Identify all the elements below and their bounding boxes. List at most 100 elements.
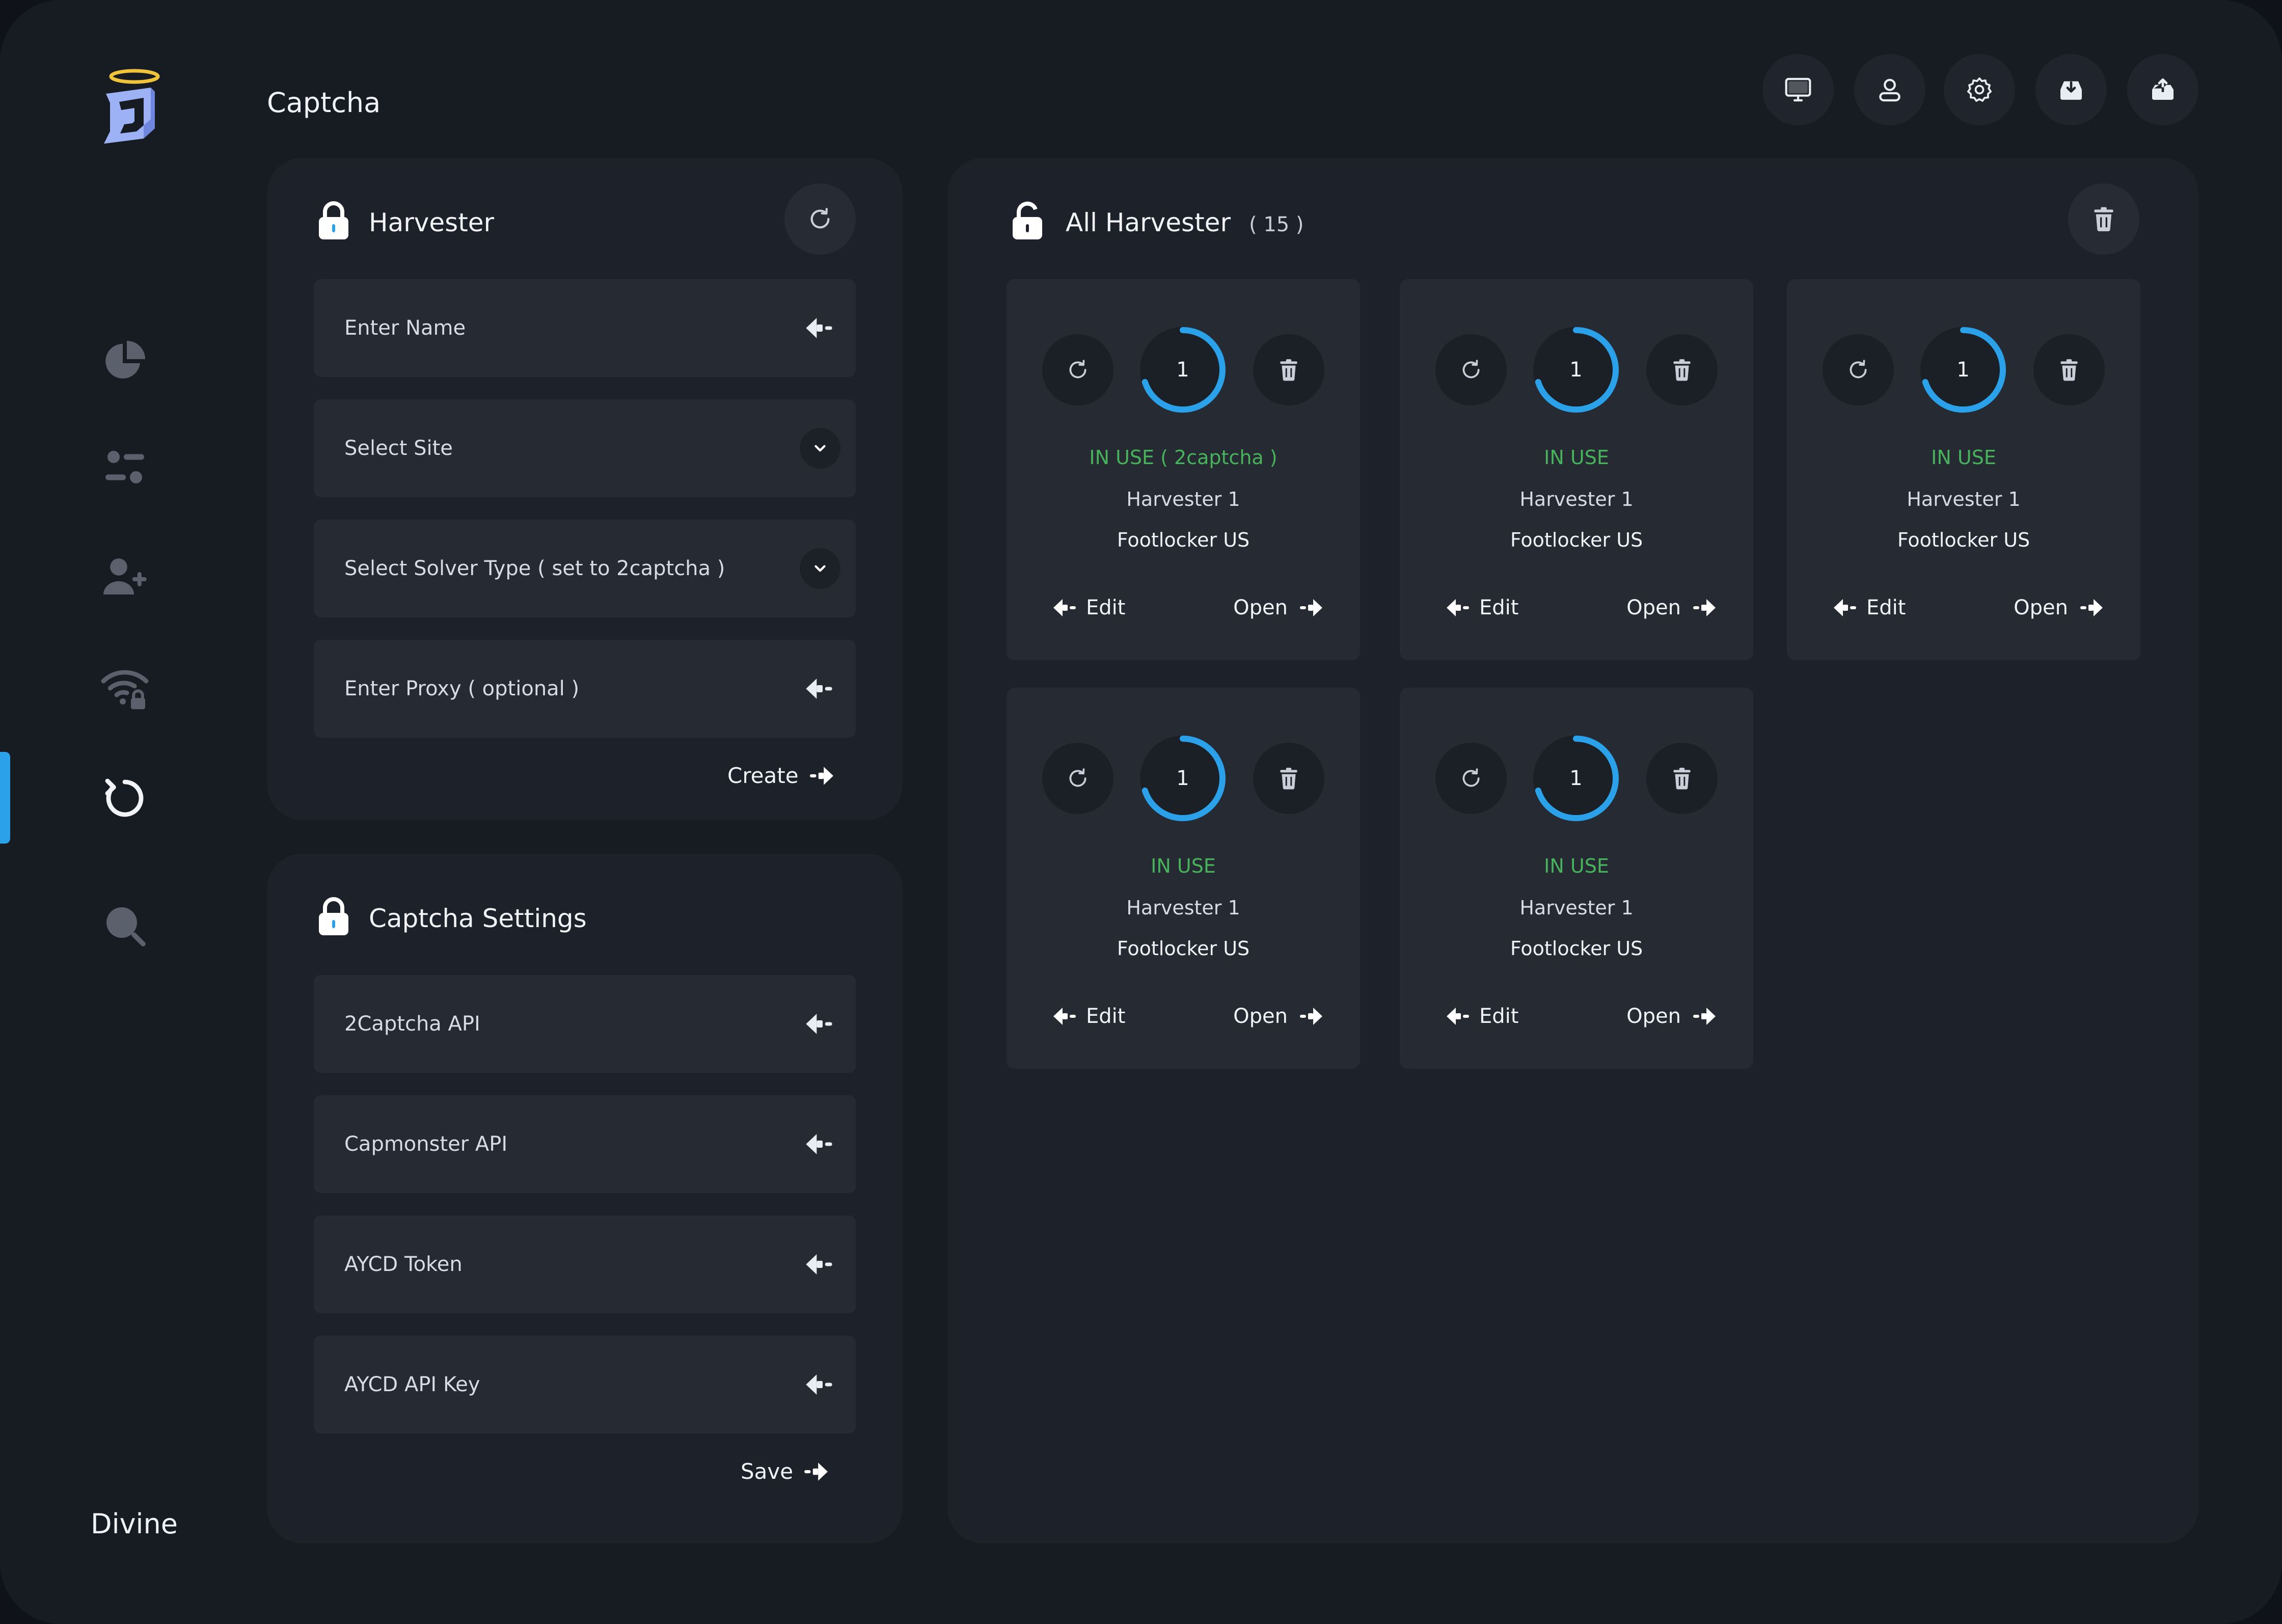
- status-label: IN USE: [1544, 446, 1609, 469]
- edit-label: Edit: [1086, 1005, 1126, 1028]
- card-delete-button[interactable]: [1253, 334, 1324, 405]
- card-refresh-button[interactable]: [1042, 743, 1113, 814]
- captcha-settings-panel: Captcha Settings 2Captcha API Capmonster…: [267, 854, 903, 1544]
- card-refresh-button[interactable]: [1435, 334, 1507, 405]
- card-delete-button[interactable]: [1253, 743, 1324, 814]
- refresh-icon: [105, 778, 144, 817]
- active-indicator: [0, 752, 10, 844]
- harvester-site: Footlocker US: [1117, 529, 1250, 551]
- edit-button[interactable]: Edit: [1833, 596, 1906, 619]
- open-button[interactable]: Open: [1233, 1005, 1323, 1028]
- edit-button[interactable]: Edit: [1446, 1005, 1518, 1028]
- harvester-site: Footlocker US: [1897, 529, 2030, 551]
- create-button[interactable]: Create: [727, 763, 834, 788]
- status-label: IN USE ( 2captcha ): [1089, 446, 1278, 469]
- unlocked-icon: [1012, 201, 1043, 239]
- arrow-in-icon: [805, 1130, 833, 1158]
- proxy-input[interactable]: Enter Proxy ( optional ): [314, 640, 856, 738]
- aycd-token-input[interactable]: AYCD Token: [314, 1215, 856, 1313]
- refresh-icon: [1845, 357, 1871, 383]
- refresh-icon: [806, 205, 834, 233]
- card-delete-button[interactable]: [1646, 743, 1718, 814]
- brand-name: Divine: [91, 1508, 178, 1540]
- card-refresh-button[interactable]: [1042, 334, 1113, 405]
- lock-icon: [318, 201, 349, 239]
- harvester-number: 1: [1569, 358, 1583, 382]
- trash-icon: [1669, 766, 1695, 791]
- harvester-site: Footlocker US: [1510, 937, 1643, 960]
- upload-icon: [2152, 78, 2174, 100]
- sidebar-item-profiles[interactable]: [92, 543, 158, 609]
- open-button[interactable]: Open: [1626, 596, 1717, 619]
- refresh-icon: [1458, 357, 1484, 383]
- harvester-site: Footlocker US: [1117, 937, 1250, 960]
- edit-label: Edit: [1479, 596, 1519, 619]
- open-button[interactable]: Open: [2014, 596, 2104, 619]
- solver-type-select[interactable]: Select Solver Type ( set to 2captcha ): [314, 520, 856, 617]
- lock-icon: [318, 897, 349, 935]
- harvester-name: Harvester 1: [1519, 488, 1634, 510]
- sidebar-item-search[interactable]: [92, 892, 158, 959]
- sidebar-item-tasks[interactable]: [92, 434, 158, 500]
- card-refresh-button[interactable]: [1823, 334, 1894, 405]
- name-input[interactable]: Enter Name: [314, 279, 856, 377]
- arrow-in-icon: [1446, 597, 1470, 618]
- site-placeholder: Select Site: [344, 437, 453, 460]
- trash-icon: [2056, 357, 2082, 383]
- site-select[interactable]: Select Site: [314, 399, 856, 497]
- status-label: IN USE: [1931, 446, 1996, 469]
- captcha-settings-title: Captcha Settings: [369, 904, 587, 933]
- arrow-in-icon: [1446, 1006, 1470, 1027]
- trash-icon: [2089, 205, 2118, 233]
- save-button[interactable]: Save: [741, 1459, 829, 1484]
- upload-button[interactable]: [2127, 54, 2198, 125]
- capmonster-api-label: Capmonster API: [344, 1132, 508, 1156]
- settings-button[interactable]: [1944, 54, 2015, 125]
- arrow-in-icon: [1833, 597, 1857, 618]
- sidebar-item-dashboard[interactable]: [92, 328, 158, 394]
- open-button[interactable]: Open: [1233, 596, 1323, 619]
- chevron-down-icon: [800, 428, 840, 469]
- capmonster-api-input[interactable]: Capmonster API: [314, 1095, 856, 1193]
- sidebar-item-proxies[interactable]: [92, 655, 158, 721]
- edit-button[interactable]: Edit: [1052, 596, 1125, 619]
- harvester-panel: Harvester Enter Name Select Site Select …: [267, 158, 903, 820]
- harvester-number: 1: [1957, 358, 1970, 382]
- harvester-name: Harvester 1: [1126, 897, 1240, 919]
- trash-icon: [1276, 357, 1301, 383]
- harvester-card: 1 IN USE ( 2captcha ) Harvester 1 Footlo…: [1007, 279, 1360, 660]
- arrow-out-icon: [1692, 1006, 1717, 1027]
- edit-button[interactable]: Edit: [1052, 1005, 1125, 1028]
- arrow-in-icon: [1052, 1006, 1077, 1027]
- delete-all-button[interactable]: [2068, 183, 2139, 255]
- refresh-icon: [1065, 766, 1091, 791]
- open-label: Open: [2014, 596, 2068, 619]
- user-button[interactable]: [1854, 54, 1925, 125]
- open-label: Open: [1233, 596, 1288, 619]
- harvester-card: 1 IN USE Harvester 1 Footlocker US Edit …: [1400, 279, 1753, 660]
- arrow-in-icon: [805, 674, 833, 703]
- all-harvester-title: All Harvester: [1066, 208, 1231, 237]
- harvester-name: Harvester 1: [1126, 488, 1240, 510]
- trash-icon: [1669, 357, 1695, 383]
- refresh-button[interactable]: [784, 183, 856, 255]
- search-icon: [106, 907, 146, 946]
- harvester-title: Harvester: [369, 208, 495, 237]
- open-button[interactable]: Open: [1626, 1005, 1717, 1028]
- card-refresh-button[interactable]: [1435, 743, 1507, 814]
- open-label: Open: [1233, 1005, 1288, 1028]
- wifi-lock-icon: [101, 670, 149, 710]
- twocaptcha-api-input[interactable]: 2Captcha API: [314, 975, 856, 1073]
- edit-label: Edit: [1479, 1005, 1519, 1028]
- all-harvester-header: All Harvester ( 15 ): [1066, 208, 1304, 237]
- aycd-api-key-input[interactable]: AYCD API Key: [314, 1336, 856, 1433]
- download-icon: [2060, 81, 2082, 100]
- card-delete-button[interactable]: [1646, 334, 1718, 405]
- sidebar-item-captcha[interactable]: [92, 765, 158, 831]
- solver-placeholder: Select Solver Type ( set to 2captcha ): [344, 557, 725, 580]
- edit-button[interactable]: Edit: [1446, 596, 1518, 619]
- card-delete-button[interactable]: [2033, 334, 2105, 405]
- monitor-button[interactable]: [1762, 54, 1834, 125]
- arrow-in-icon: [805, 1010, 833, 1038]
- download-button[interactable]: [2035, 54, 2107, 125]
